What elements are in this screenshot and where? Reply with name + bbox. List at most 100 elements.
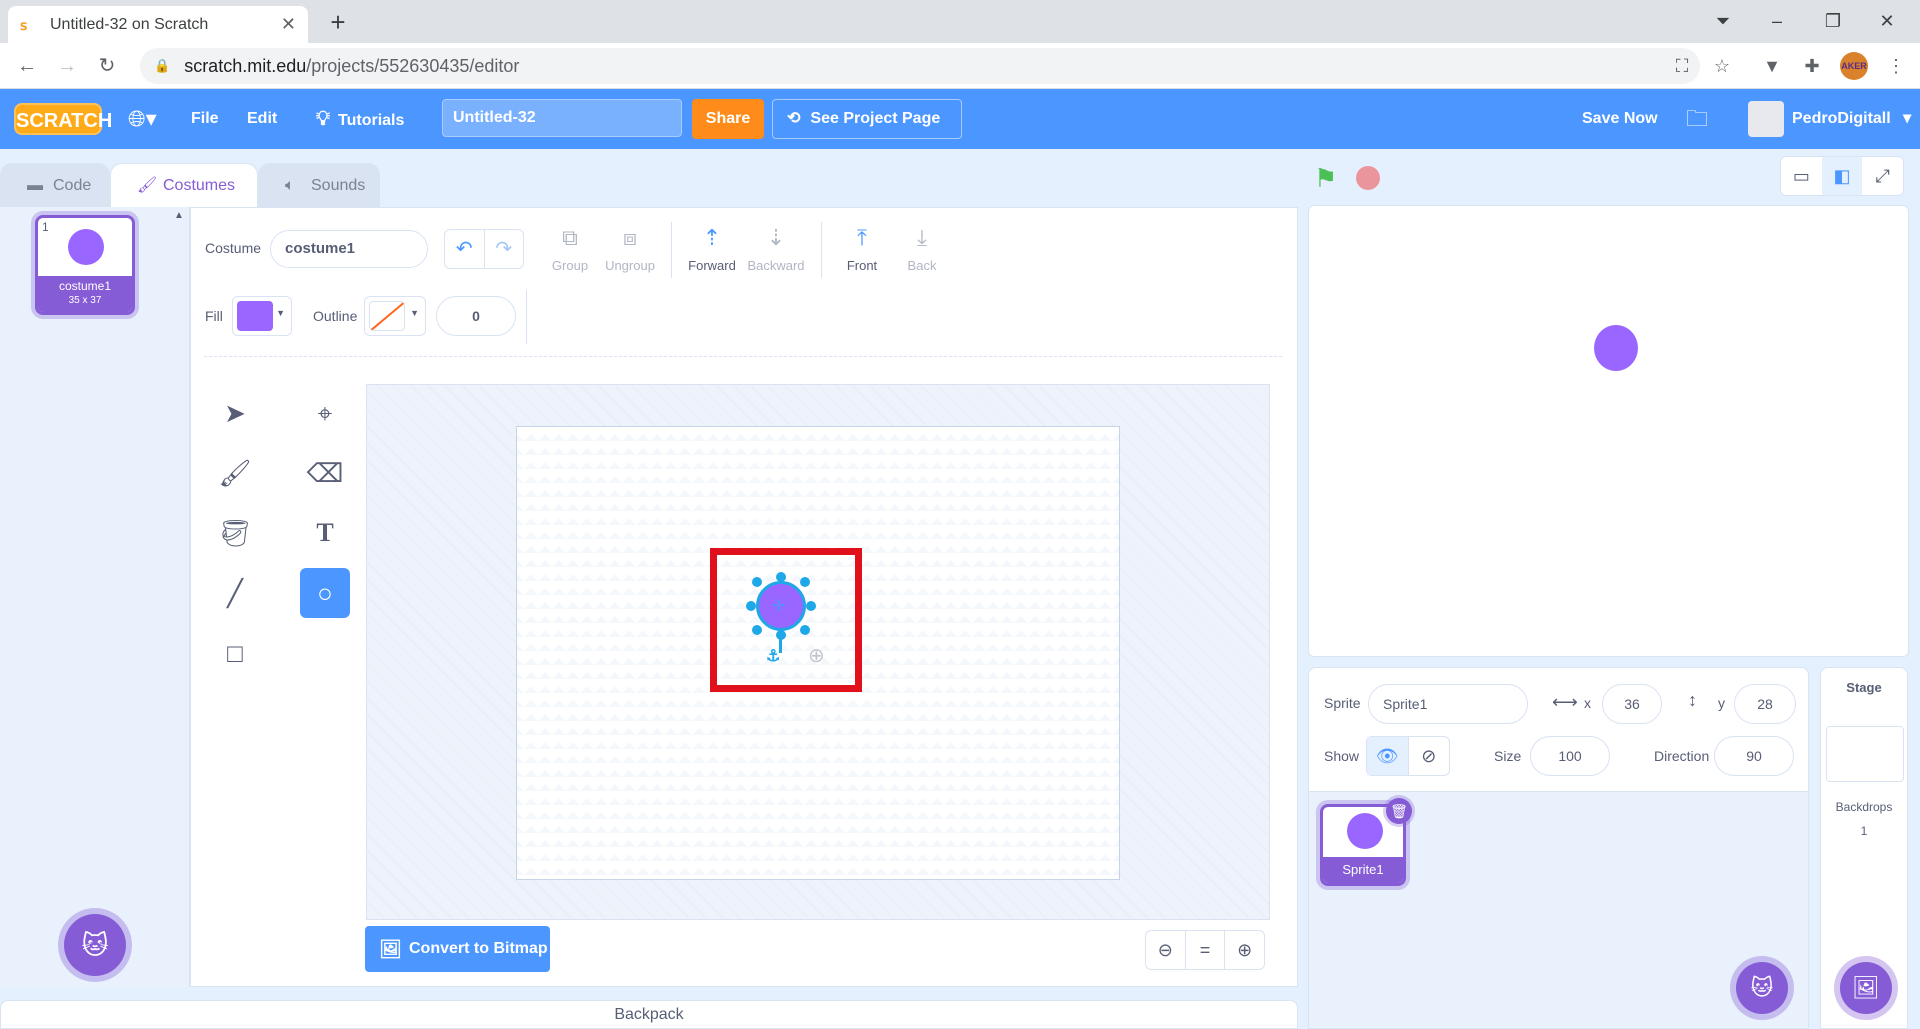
file-menu[interactable]: File — [191, 89, 219, 149]
user-avatar[interactable] — [1748, 101, 1784, 137]
stage-thumbnail[interactable] — [1826, 726, 1904, 782]
rotation-handle-icon[interactable]: ⚓︎ — [766, 646, 780, 666]
rectangle-tool-icon[interactable]: □ — [210, 628, 260, 678]
scroll-up-icon[interactable]: ▲ — [174, 210, 184, 221]
back-icon[interactable]: ← — [12, 51, 42, 81]
ungroup-button[interactable]: ⧈ Ungroup — [600, 224, 660, 273]
line-tool-icon[interactable]: ╱ — [210, 568, 260, 618]
save-now-button[interactable]: Save Now — [1582, 89, 1658, 149]
group-button[interactable]: ⧉ Group — [540, 224, 600, 273]
redo-icon[interactable]: ↷ — [483, 230, 524, 268]
extension-v-icon[interactable]: ▼ — [1758, 52, 1786, 80]
back-button[interactable]: ⤓ Back — [892, 224, 952, 273]
tab-search-icon[interactable]: ⏷ — [1700, 4, 1746, 38]
new-tab-icon[interactable]: + — [324, 8, 352, 36]
code-blocks-icon: ▬ — [27, 177, 43, 194]
backdrops-label: Backdrops — [1835, 800, 1893, 814]
forward-icon[interactable]: → — [52, 51, 82, 81]
forward-layer-icon: ⇡ — [702, 225, 722, 250]
image-icon: 🖼︎ — [379, 939, 402, 959]
bookmark-star-icon[interactable]: ☆ — [1708, 52, 1736, 80]
fill-bucket-icon[interactable]: 🪣︎ — [210, 508, 260, 558]
outline-width-input[interactable]: 0 — [436, 296, 516, 336]
divider — [671, 222, 672, 278]
forward-button[interactable]: ⇡ Forward — [682, 224, 742, 273]
reload-icon[interactable]: ↻ — [92, 51, 122, 81]
resize-handle[interactable] — [806, 601, 816, 611]
fill-color-picker[interactable]: ▼ — [232, 296, 292, 336]
normal-stage-icon[interactable]: ◧ — [1821, 157, 1863, 195]
reshape-icon[interactable]: ⌖ — [300, 388, 350, 438]
browser-tab[interactable]: ꜱ Untitled-32 on Scratch ✕ — [8, 6, 308, 43]
stage-sprite[interactable] — [1594, 325, 1638, 371]
hide-eye-icon[interactable]: ⊘ — [1407, 737, 1450, 775]
extensions-puzzle-icon[interactable]: ✚ — [1798, 52, 1826, 80]
resize-handle[interactable] — [776, 572, 786, 582]
resize-handle[interactable] — [800, 625, 810, 635]
costume-list: 1 costume1 35 x 37 — [0, 207, 190, 987]
green-flag-icon[interactable]: ⚑ — [1314, 163, 1337, 194]
language-globe-icon[interactable]: 🌐︎▾ — [128, 89, 157, 149]
close-tab-icon[interactable]: ✕ — [281, 14, 296, 35]
zoom-out-icon[interactable]: ⊖ — [1146, 931, 1185, 969]
tab-sounds[interactable]: 🔈︎ Sounds — [258, 163, 380, 207]
backpack[interactable]: Backpack — [0, 1000, 1298, 1029]
y-position-input[interactable]: 28 — [1734, 684, 1796, 724]
show-eye-icon[interactable]: 👁︎ — [1367, 737, 1408, 775]
zoom-in-icon[interactable]: ⊕ — [1224, 931, 1264, 969]
address-bar[interactable]: 🔒 scratch.mit.edu/projects/552630435/edi… — [140, 48, 1700, 84]
add-costume-cat-icon[interactable]: 🐱︎ — [64, 914, 126, 976]
sprite-name-input[interactable]: Sprite1 — [1368, 684, 1528, 724]
brush-icon[interactable]: 🖌︎ — [210, 448, 260, 498]
share-button[interactable]: Share — [692, 99, 764, 139]
stage-title: Stage — [1846, 680, 1882, 695]
edit-menu[interactable]: Edit — [247, 89, 277, 149]
resize-handle[interactable] — [800, 577, 810, 587]
tab-code[interactable]: ▬ Code — [0, 163, 110, 207]
add-sprite-cat-icon[interactable]: 🐱︎ — [1736, 962, 1788, 1014]
tutorials-button[interactable]: 💡︎ Tutorials — [316, 89, 404, 149]
username-menu[interactable]: PedroDigitall ▾ — [1792, 89, 1911, 149]
costume-tile[interactable]: 1 costume1 35 x 37 — [35, 215, 135, 315]
eraser-icon[interactable]: ⌫ — [300, 448, 350, 498]
url-path: /projects/552630435/editor — [306, 55, 520, 76]
resize-handle[interactable] — [746, 601, 756, 611]
see-project-page-label: See Project Page — [810, 110, 941, 127]
zoom-reset-icon[interactable]: = — [1184, 931, 1225, 969]
undo-icon[interactable]: ↶ — [445, 230, 484, 268]
browser-toolbar: ← → ↻ 🔒 scratch.mit.edu/projects/5526304… — [0, 43, 1920, 89]
size-input[interactable]: 100 — [1530, 736, 1610, 776]
scratch-logo[interactable]: SCRATCH — [14, 103, 112, 135]
see-project-page-button[interactable]: ⟲ See Project Page — [772, 99, 962, 139]
translate-icon[interactable]: ⛶ — [1668, 52, 1696, 80]
stage-canvas[interactable] — [1308, 205, 1909, 657]
project-title-input[interactable]: Untitled-32 — [442, 99, 682, 137]
browser-profile-avatar[interactable]: AKER — [1840, 52, 1868, 80]
browser-tab-bar: ꜱ Untitled-32 on Scratch ✕ + ⏷ – ❐ ✕ — [0, 0, 1920, 43]
add-backdrop-image-icon[interactable]: 🖼︎ — [1840, 962, 1892, 1014]
resize-handle[interactable] — [752, 625, 762, 635]
tab-costumes[interactable]: 🖌︎ Costumes — [110, 163, 258, 207]
front-button[interactable]: ⤒ Front — [832, 224, 892, 273]
text-tool-icon[interactable]: T — [300, 508, 350, 558]
fullscreen-icon[interactable]: ⤢ — [1862, 157, 1903, 195]
costume-name-input[interactable]: costume1 — [270, 230, 428, 268]
minimize-icon[interactable]: – — [1754, 4, 1800, 38]
speaker-icon: 🔈︎ — [285, 177, 295, 194]
resize-handle[interactable] — [752, 577, 762, 587]
outline-color-picker[interactable]: ▼ — [364, 296, 426, 336]
restore-icon[interactable]: ❐ — [1810, 4, 1856, 38]
direction-input[interactable]: 90 — [1714, 736, 1794, 776]
delete-sprite-icon[interactable]: 🗑︎ — [1386, 798, 1412, 824]
stop-icon[interactable] — [1356, 166, 1380, 190]
sprite-tile-name: Sprite1 — [1323, 857, 1403, 883]
my-stuff-folder-icon[interactable]: 🗀 — [1686, 89, 1708, 149]
backward-button[interactable]: ⇣ Backward — [746, 224, 806, 273]
x-position-input[interactable]: 36 — [1602, 684, 1662, 724]
small-stage-icon[interactable]: ▭ — [1781, 157, 1822, 195]
circle-tool-icon[interactable]: ○ — [300, 568, 350, 618]
select-arrow-icon[interactable]: ➤ — [210, 388, 260, 438]
close-window-icon[interactable]: ✕ — [1864, 4, 1910, 38]
convert-to-bitmap-button[interactable]: 🖼︎ Convert to Bitmap — [365, 926, 550, 972]
browser-menu-icon[interactable]: ⋮ — [1882, 52, 1910, 80]
